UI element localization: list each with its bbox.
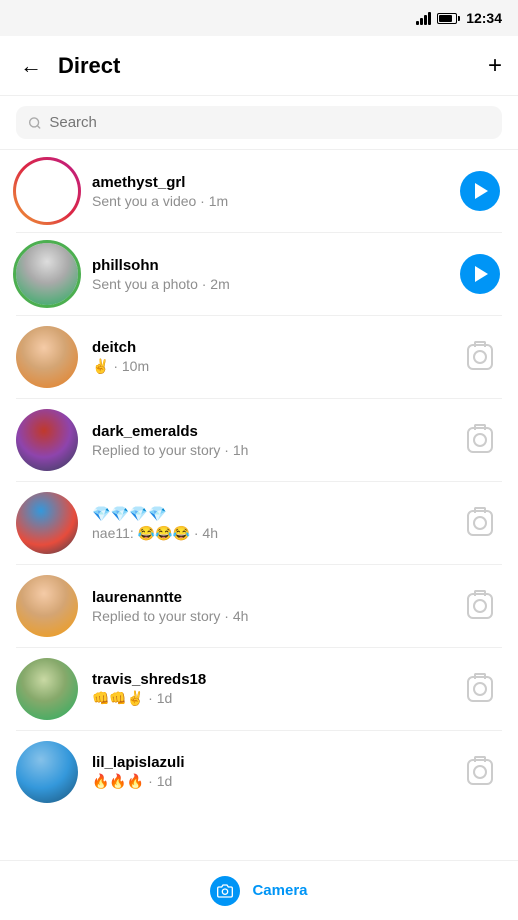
avatar (16, 160, 78, 222)
signal-icon (416, 11, 431, 25)
list-item[interactable]: dark_emeralds Replied to your story · 1h (0, 399, 518, 481)
story-ring (13, 157, 81, 225)
back-button[interactable]: ← (16, 49, 46, 83)
message-action[interactable] (458, 169, 502, 213)
camera-icon (217, 883, 233, 899)
signal-bar-2 (420, 18, 423, 25)
list-item[interactable]: lil_lapislazuli 🔥🔥🔥 · 1d (0, 731, 518, 813)
new-message-button[interactable]: + (488, 52, 502, 80)
camera-button[interactable] (467, 759, 493, 785)
message-content: dark_emeralds Replied to your story · 1h (92, 423, 444, 458)
message-username: 💎💎💎💎 (92, 505, 444, 523)
message-preview: nae11: 😂😂😂 · 4h (92, 525, 444, 542)
message-username: travis_shreds18 (92, 671, 444, 688)
list-item[interactable]: amethyst_grl Sent you a video · 1m (0, 150, 518, 232)
search-input-wrap (16, 106, 502, 139)
camera-button[interactable] (467, 676, 493, 702)
message-content: phillsohn Sent you a photo · 2m (92, 257, 444, 292)
message-username: amethyst_grl (92, 174, 444, 191)
search-input[interactable] (49, 114, 490, 131)
message-preview: ✌️ · 10m (92, 358, 444, 375)
play-button[interactable] (460, 254, 500, 294)
search-bar (0, 96, 518, 150)
battery-tip (458, 16, 460, 21)
status-time: 12:34 (466, 10, 502, 26)
story-ring (13, 240, 81, 308)
message-content: travis_shreds18 👊👊✌️ · 1d (92, 671, 444, 707)
avatar-image (16, 741, 78, 803)
message-content: deitch ✌️ · 10m (92, 339, 444, 375)
avatar-image (16, 409, 78, 471)
message-action[interactable] (458, 335, 502, 379)
message-content: lil_lapislazuli 🔥🔥🔥 · 1d (92, 754, 444, 790)
play-button[interactable] (460, 171, 500, 211)
message-action[interactable] (458, 667, 502, 711)
avatar (16, 492, 78, 554)
battery-body (437, 13, 457, 24)
page-title: Direct (58, 53, 488, 79)
list-item[interactable]: phillsohn Sent you a photo · 2m (0, 233, 518, 315)
camera-button-icon (210, 876, 240, 906)
header: ← Direct + (0, 36, 518, 96)
list-item[interactable]: travis_shreds18 👊👊✌️ · 1d (0, 648, 518, 730)
message-username: deitch (92, 339, 444, 356)
message-preview: Replied to your story · 1h (92, 442, 444, 458)
signal-bar-4 (428, 12, 431, 25)
message-preview: 👊👊✌️ · 1d (92, 690, 444, 707)
camera-button[interactable] (467, 510, 493, 536)
message-username: phillsohn (92, 257, 444, 274)
bottom-bar[interactable]: Camera (0, 860, 518, 920)
avatar (16, 575, 78, 637)
list-item[interactable]: laurenanntte Replied to your story · 4h (0, 565, 518, 647)
play-icon (475, 183, 488, 199)
status-icons: 12:34 (416, 10, 502, 26)
list-item[interactable]: 💎💎💎💎 nae11: 😂😂😂 · 4h (0, 482, 518, 564)
message-preview: 🔥🔥🔥 · 1d (92, 773, 444, 790)
message-content: laurenanntte Replied to your story · 4h (92, 589, 444, 624)
message-username: dark_emeralds (92, 423, 444, 440)
message-preview: Sent you a video · 1m (92, 193, 444, 209)
message-list: amethyst_grl Sent you a video · 1m phillso… (0, 150, 518, 813)
camera-button[interactable] (467, 344, 493, 370)
status-bar: 12:34 (0, 0, 518, 36)
message-action[interactable] (458, 750, 502, 794)
message-username: lil_lapislazuli (92, 754, 444, 771)
signal-bar-1 (416, 21, 419, 25)
message-action[interactable] (458, 501, 502, 545)
message-preview: Sent you a photo · 2m (92, 276, 444, 292)
message-action[interactable] (458, 252, 502, 296)
battery-fill (439, 15, 452, 22)
avatar (16, 326, 78, 388)
avatar-image (16, 326, 78, 388)
message-username: laurenanntte (92, 589, 444, 606)
camera-button[interactable] (467, 427, 493, 453)
avatar-image (16, 658, 78, 720)
avatar (16, 741, 78, 803)
message-action[interactable] (458, 418, 502, 462)
message-action[interactable] (458, 584, 502, 628)
avatar-image (16, 575, 78, 637)
message-preview: Replied to your story · 4h (92, 608, 444, 624)
list-item[interactable]: deitch ✌️ · 10m (0, 316, 518, 398)
avatar (16, 409, 78, 471)
avatar (16, 243, 78, 305)
message-content: amethyst_grl Sent you a video · 1m (92, 174, 444, 209)
play-icon (475, 266, 488, 282)
avatar (16, 658, 78, 720)
signal-bar-3 (424, 15, 427, 25)
search-icon (28, 116, 41, 130)
camera-label: Camera (252, 882, 307, 899)
avatar-image (16, 492, 78, 554)
battery-icon (437, 13, 460, 24)
message-content: 💎💎💎💎 nae11: 😂😂😂 · 4h (92, 505, 444, 542)
camera-button[interactable] (467, 593, 493, 619)
